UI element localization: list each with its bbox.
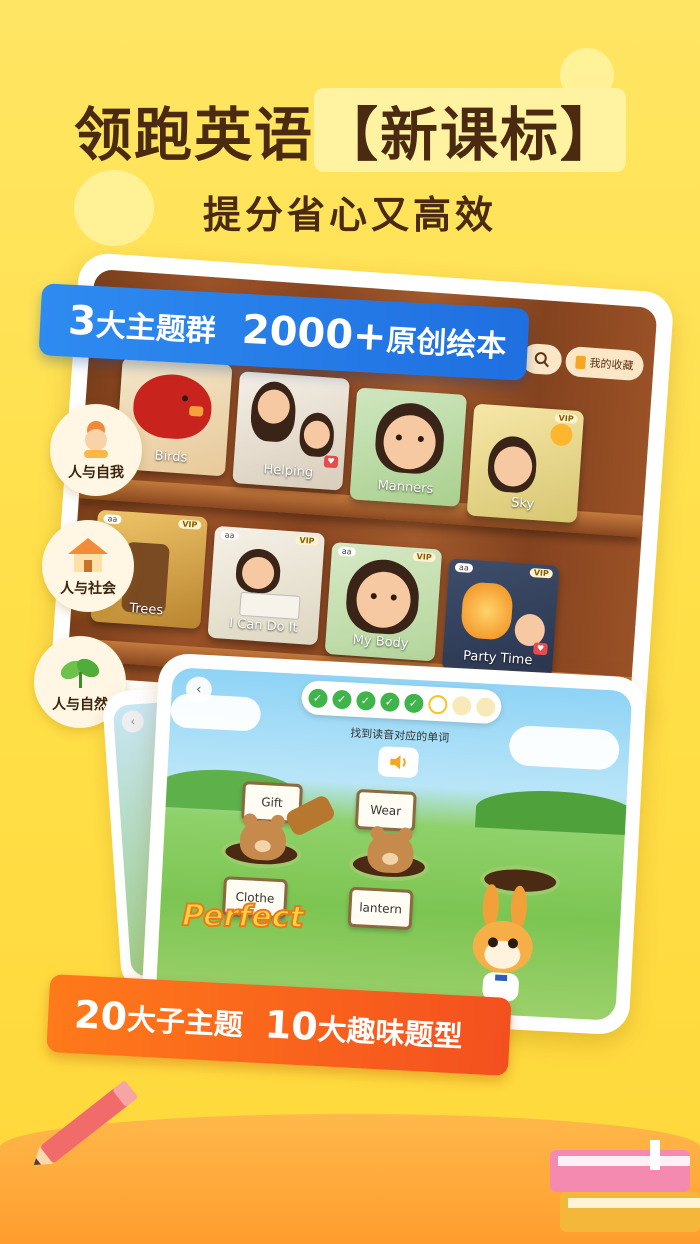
book-card[interactable]: VIP Sky xyxy=(466,403,585,524)
book-card[interactable]: aa VIP ♥ Party Time xyxy=(441,558,560,678)
vip-badge: VIP xyxy=(554,413,578,424)
progress-dot-done: ✓ xyxy=(379,691,400,712)
banner-top-text1: 大主题群 xyxy=(95,308,217,350)
aa-badge: aa xyxy=(337,546,356,557)
my-collection-label: 我的收藏 xyxy=(589,356,634,373)
banner-top-num2: 2000+ xyxy=(240,306,388,361)
search-icon xyxy=(534,352,549,368)
subheadline: 提分省心又高效 xyxy=(202,193,497,237)
lantern-illustration xyxy=(460,581,514,641)
word-card[interactable]: lantern xyxy=(347,886,414,931)
topic-label: 人与自然 xyxy=(52,697,108,713)
vip-badge: VIP xyxy=(295,535,319,547)
progress-dot-done: ✓ xyxy=(403,692,424,713)
speaker-icon xyxy=(390,755,406,770)
game-screen: ‹ ✓ ✓ ✓ ✓ ✓ 找到读音对应的单词 Gift Wear Clothe l… xyxy=(155,667,633,1021)
book-card[interactable]: Manners xyxy=(349,387,468,507)
topic-label: 人与自我 xyxy=(68,465,124,481)
book-card[interactable]: ♥ Helping xyxy=(232,371,350,491)
banner-bottom-num2: 10 xyxy=(263,1002,319,1050)
bear-icon xyxy=(239,818,288,862)
progress-dot-current xyxy=(427,694,448,715)
banner-top-text2: 原创绘本 xyxy=(385,323,508,365)
house-icon xyxy=(68,538,108,572)
audio-play-button[interactable] xyxy=(377,746,420,779)
bookmark-icon xyxy=(575,355,587,369)
progress-tracker: ✓ ✓ ✓ ✓ ✓ xyxy=(300,679,503,725)
banner-bottom-num: 20 xyxy=(73,992,129,1040)
topic-label: 人与社会 xyxy=(60,581,116,597)
my-collection-button[interactable]: 我的收藏 xyxy=(564,345,645,382)
hill xyxy=(474,787,633,836)
banner-bottom-text1: 大子主题 xyxy=(126,1002,244,1043)
banner-bottom-text2: 大趣味题型 xyxy=(316,1012,464,1054)
word-card[interactable]: Wear xyxy=(354,788,417,833)
progress-dot-pending xyxy=(475,696,496,717)
topic-badge-self[interactable]: 人与自我 xyxy=(50,404,142,496)
aa-badge: aa xyxy=(220,530,239,541)
book-card[interactable]: aa VIP I Can Do It xyxy=(207,525,326,646)
books-icon xyxy=(550,1140,700,1232)
leaf-icon xyxy=(60,658,100,688)
aa-badge: aa xyxy=(454,562,474,573)
progress-dot-pending xyxy=(451,695,472,716)
headline: 领跑英语 【新课标】 xyxy=(0,88,700,172)
vip-badge: VIP xyxy=(177,519,202,530)
sun-icon xyxy=(549,423,574,447)
bear-icon xyxy=(366,831,415,875)
headline-main: 领跑英语 xyxy=(73,101,314,169)
vip-badge: VIP xyxy=(412,551,436,563)
book-title: Manners xyxy=(377,478,434,497)
book-title: I Can Do It xyxy=(228,616,299,636)
book-card[interactable]: aa VIP My Body xyxy=(324,542,443,662)
headline-bracket: 【新课标】 xyxy=(314,88,627,172)
feedback-text: Perfect xyxy=(181,897,305,936)
rabbit-mascot-icon xyxy=(472,884,533,1002)
progress-dot-done: ✓ xyxy=(307,687,328,708)
banner-top-num: 3 xyxy=(67,297,98,346)
vip-badge: VIP xyxy=(529,567,554,579)
person-icon xyxy=(84,421,108,458)
book-title: Sky xyxy=(510,495,535,513)
book-title: My Body xyxy=(352,632,409,652)
progress-dot-done: ✓ xyxy=(355,690,376,711)
topic-badge-society[interactable]: 人与社会 xyxy=(42,520,134,612)
progress-dot-done: ✓ xyxy=(331,689,352,710)
game-tablet: ‹ ✓ ✓ ✓ ✓ ✓ 找到读音对应的单词 Gift Wear Clothe l… xyxy=(140,652,648,1036)
